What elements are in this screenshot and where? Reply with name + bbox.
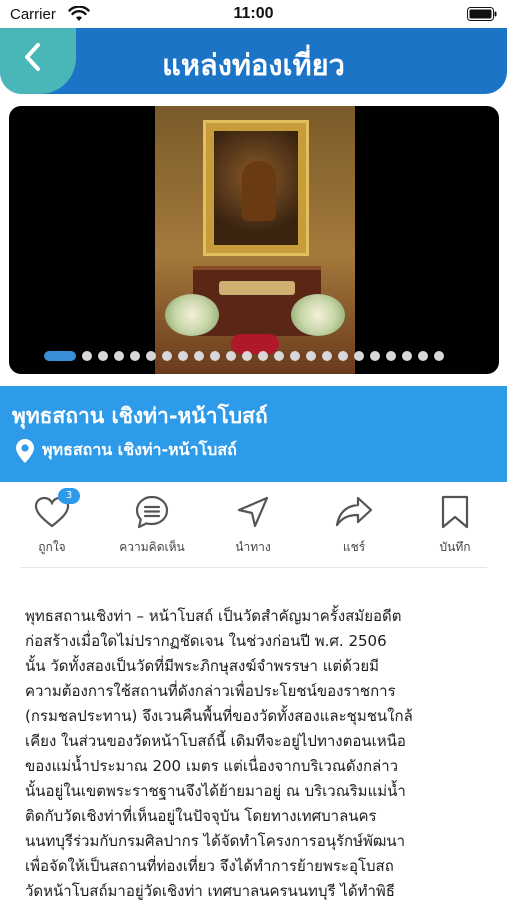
carousel-dot[interactable] xyxy=(258,351,268,361)
chevron-left-icon xyxy=(25,43,40,71)
bookmark-icon xyxy=(441,495,469,529)
carousel-dot[interactable] xyxy=(290,351,300,361)
battery-icon xyxy=(467,7,497,21)
carousel-dot[interactable] xyxy=(386,351,396,361)
section-divider xyxy=(20,567,487,568)
place-location[interactable]: พุทธสถาน เชิงท่า-หน้าโบสถ์ xyxy=(16,438,237,463)
share-button[interactable]: แชร์ xyxy=(304,492,404,557)
bookmark-button[interactable]: บันทึก xyxy=(405,492,505,557)
navigate-button[interactable]: นำทาง xyxy=(203,492,303,557)
like-label: ถูกใจ xyxy=(38,540,66,554)
carousel-dot[interactable] xyxy=(226,351,236,361)
navigate-label: นำทาง xyxy=(235,540,271,554)
carousel-dot[interactable] xyxy=(434,351,444,361)
place-description: พุทธสถานเชิงท่า – หน้าโบสถ์ เป็นวัดสำคัญ… xyxy=(25,607,413,900)
flower-vase-left xyxy=(165,294,219,336)
carousel-dot[interactable] xyxy=(98,351,108,361)
navigation-icon xyxy=(237,496,269,528)
portrait-frame xyxy=(203,120,309,256)
carousel-dot[interactable] xyxy=(194,351,204,361)
like-button[interactable]: 3 ถูกใจ xyxy=(2,488,102,557)
carousel-indicator xyxy=(44,350,450,362)
carousel-dot[interactable] xyxy=(354,351,364,361)
carousel-dot[interactable] xyxy=(146,351,156,361)
carousel-dot[interactable] xyxy=(82,351,92,361)
carousel-dot[interactable] xyxy=(306,351,316,361)
carousel-dot[interactable] xyxy=(274,351,284,361)
flower-vase-right xyxy=(291,294,345,336)
bookmark-label: บันทึก xyxy=(439,540,471,554)
place-title-bar: พุทธสถาน เชิงท่า-หน้าโบสถ์ พุทธสถาน เชิง… xyxy=(0,386,507,482)
comment-icon xyxy=(135,495,169,529)
carousel-dot[interactable] xyxy=(162,351,172,361)
place-location-label: พุทธสถาน เชิงท่า-หน้าโบสถ์ xyxy=(42,440,237,459)
carousel-dot[interactable] xyxy=(370,351,380,361)
clock: 11:00 xyxy=(233,5,274,22)
image-carousel[interactable] xyxy=(9,106,499,374)
action-row: 3 ถูกใจ ความคิดเห็น นำทาง แชร์ บันทึก xyxy=(0,482,507,568)
altar-plaque xyxy=(219,281,295,295)
carousel-dot[interactable] xyxy=(322,351,332,361)
header-bar: แหล่งท่องเที่ยว xyxy=(0,28,507,94)
comment-button[interactable]: ความคิดเห็น xyxy=(102,492,202,557)
carousel-dot[interactable] xyxy=(130,351,140,361)
map-pin-icon xyxy=(16,438,34,463)
back-button[interactable] xyxy=(0,28,76,94)
carousel-dot[interactable] xyxy=(178,351,188,361)
status-bar: Carrier 11:00 xyxy=(0,0,507,28)
page-title: แหล่งท่องเที่ยว xyxy=(162,48,345,82)
carousel-dot[interactable] xyxy=(338,351,348,361)
carousel-dot[interactable] xyxy=(242,351,252,361)
carousel-dot[interactable] xyxy=(402,351,412,361)
carousel-dot[interactable] xyxy=(210,351,220,361)
carousel-dot[interactable] xyxy=(418,351,428,361)
place-photo xyxy=(155,106,355,374)
like-count-badge: 3 xyxy=(58,488,80,504)
share-label: แชร์ xyxy=(342,540,366,554)
carousel-dot[interactable] xyxy=(44,351,76,361)
share-icon xyxy=(335,496,373,527)
place-name: พุทธสถาน เชิงท่า-หน้าโบสถ์ xyxy=(12,404,268,428)
comment-label: ความคิดเห็น xyxy=(119,540,185,554)
carousel-dot[interactable] xyxy=(114,351,124,361)
